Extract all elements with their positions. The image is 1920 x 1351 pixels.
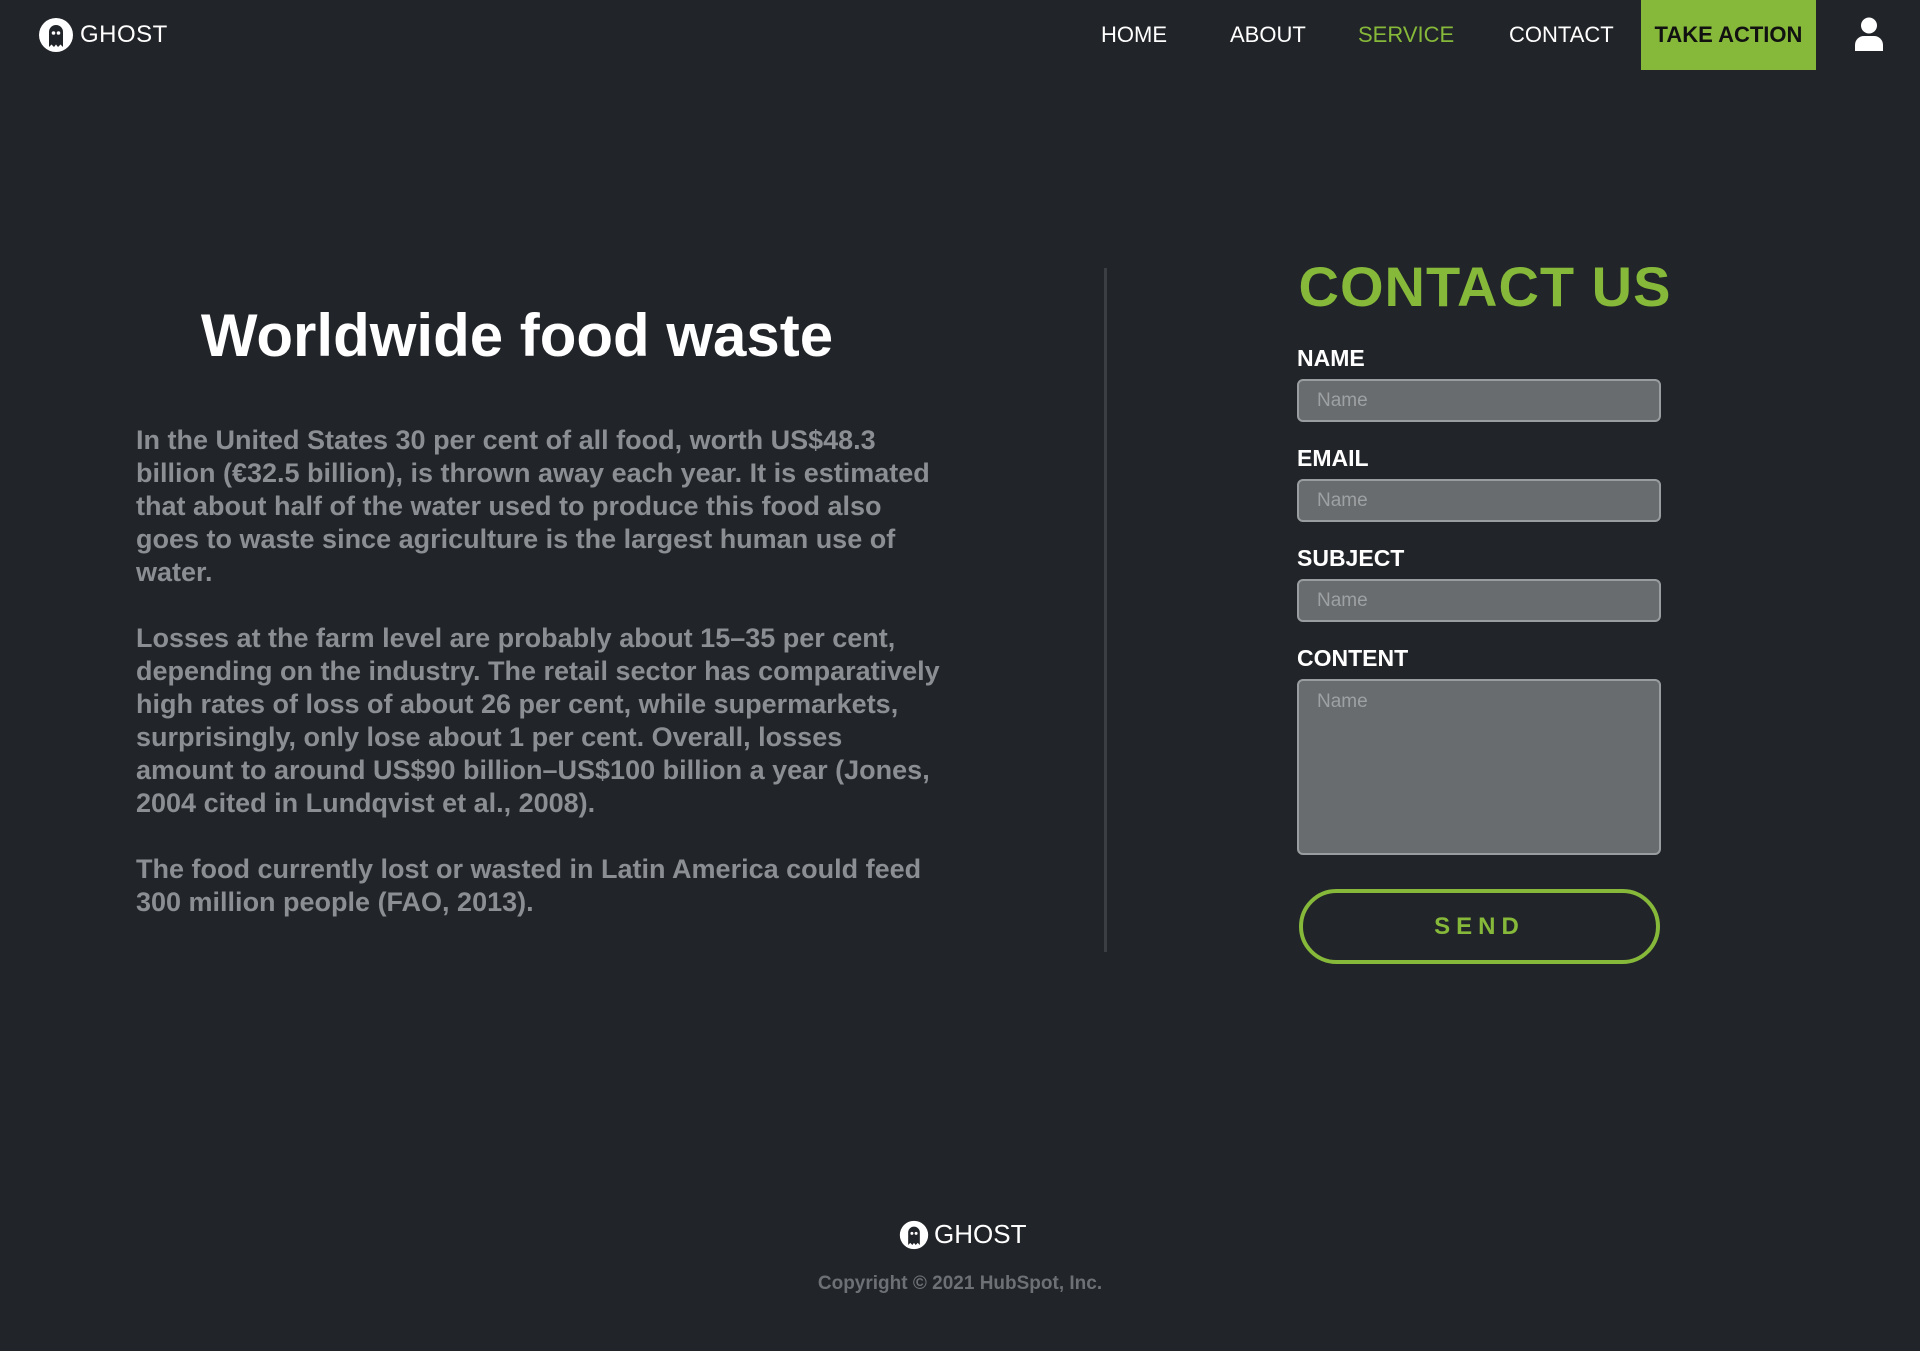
name-input[interactable]: [1297, 379, 1661, 422]
user-icon: [1855, 17, 1883, 51]
take-action-button[interactable]: TAKE ACTION: [1641, 0, 1816, 70]
article-paragraph: Losses at the farm level are probably ab…: [136, 623, 940, 818]
content-textarea[interactable]: [1297, 679, 1661, 855]
content-label: CONTENT: [1297, 645, 1409, 671]
footer-brand-link[interactable]: GHOST: [899, 1219, 1026, 1250]
nav-service-link[interactable]: SERVICE: [1358, 22, 1454, 48]
top-navbar: GHOST HOME ABOUT SERVICE CONTACT TAKE AC…: [0, 0, 1920, 70]
contact-title: CONTACT US: [1298, 255, 1672, 318]
copyright-text: Copyright © 2021 HubSpot, Inc.: [817, 1273, 1103, 1294]
email-label: EMAIL: [1297, 445, 1369, 471]
nav-about-link[interactable]: ABOUT: [1230, 22, 1306, 48]
footer-brand-name: GHOST: [934, 1219, 1027, 1249]
contact-form: CONTACT US NAME EMAIL SUBJECT CONTENT: [1297, 255, 1670, 855]
brand-logo-link[interactable]: GHOST: [38, 17, 168, 53]
user-account-button[interactable]: [1854, 17, 1884, 51]
brand-name: GHOST: [80, 21, 168, 48]
nav-contact-link[interactable]: CONTACT: [1509, 22, 1614, 48]
article-title: Worldwide food waste: [200, 302, 834, 369]
send-button[interactable]: SEND: [1299, 889, 1660, 964]
ghost-logo-icon: [899, 1220, 929, 1249]
ghost-logo-icon: [39, 18, 73, 52]
name-label: NAME: [1297, 345, 1365, 371]
article-paragraph: In the United States 30 per cent of all …: [136, 425, 930, 587]
subject-label: SUBJECT: [1297, 545, 1405, 571]
article-body: In the United States 30 per cent of all …: [136, 424, 940, 919]
nav-home-link[interactable]: HOME: [1101, 22, 1167, 48]
article-paragraph: The food currently lost or wasted in Lat…: [136, 854, 922, 917]
email-input[interactable]: [1297, 479, 1661, 522]
vertical-divider: [1104, 268, 1107, 952]
article-section: Worldwide food waste In the United State…: [136, 300, 940, 952]
subject-input[interactable]: [1297, 579, 1661, 622]
